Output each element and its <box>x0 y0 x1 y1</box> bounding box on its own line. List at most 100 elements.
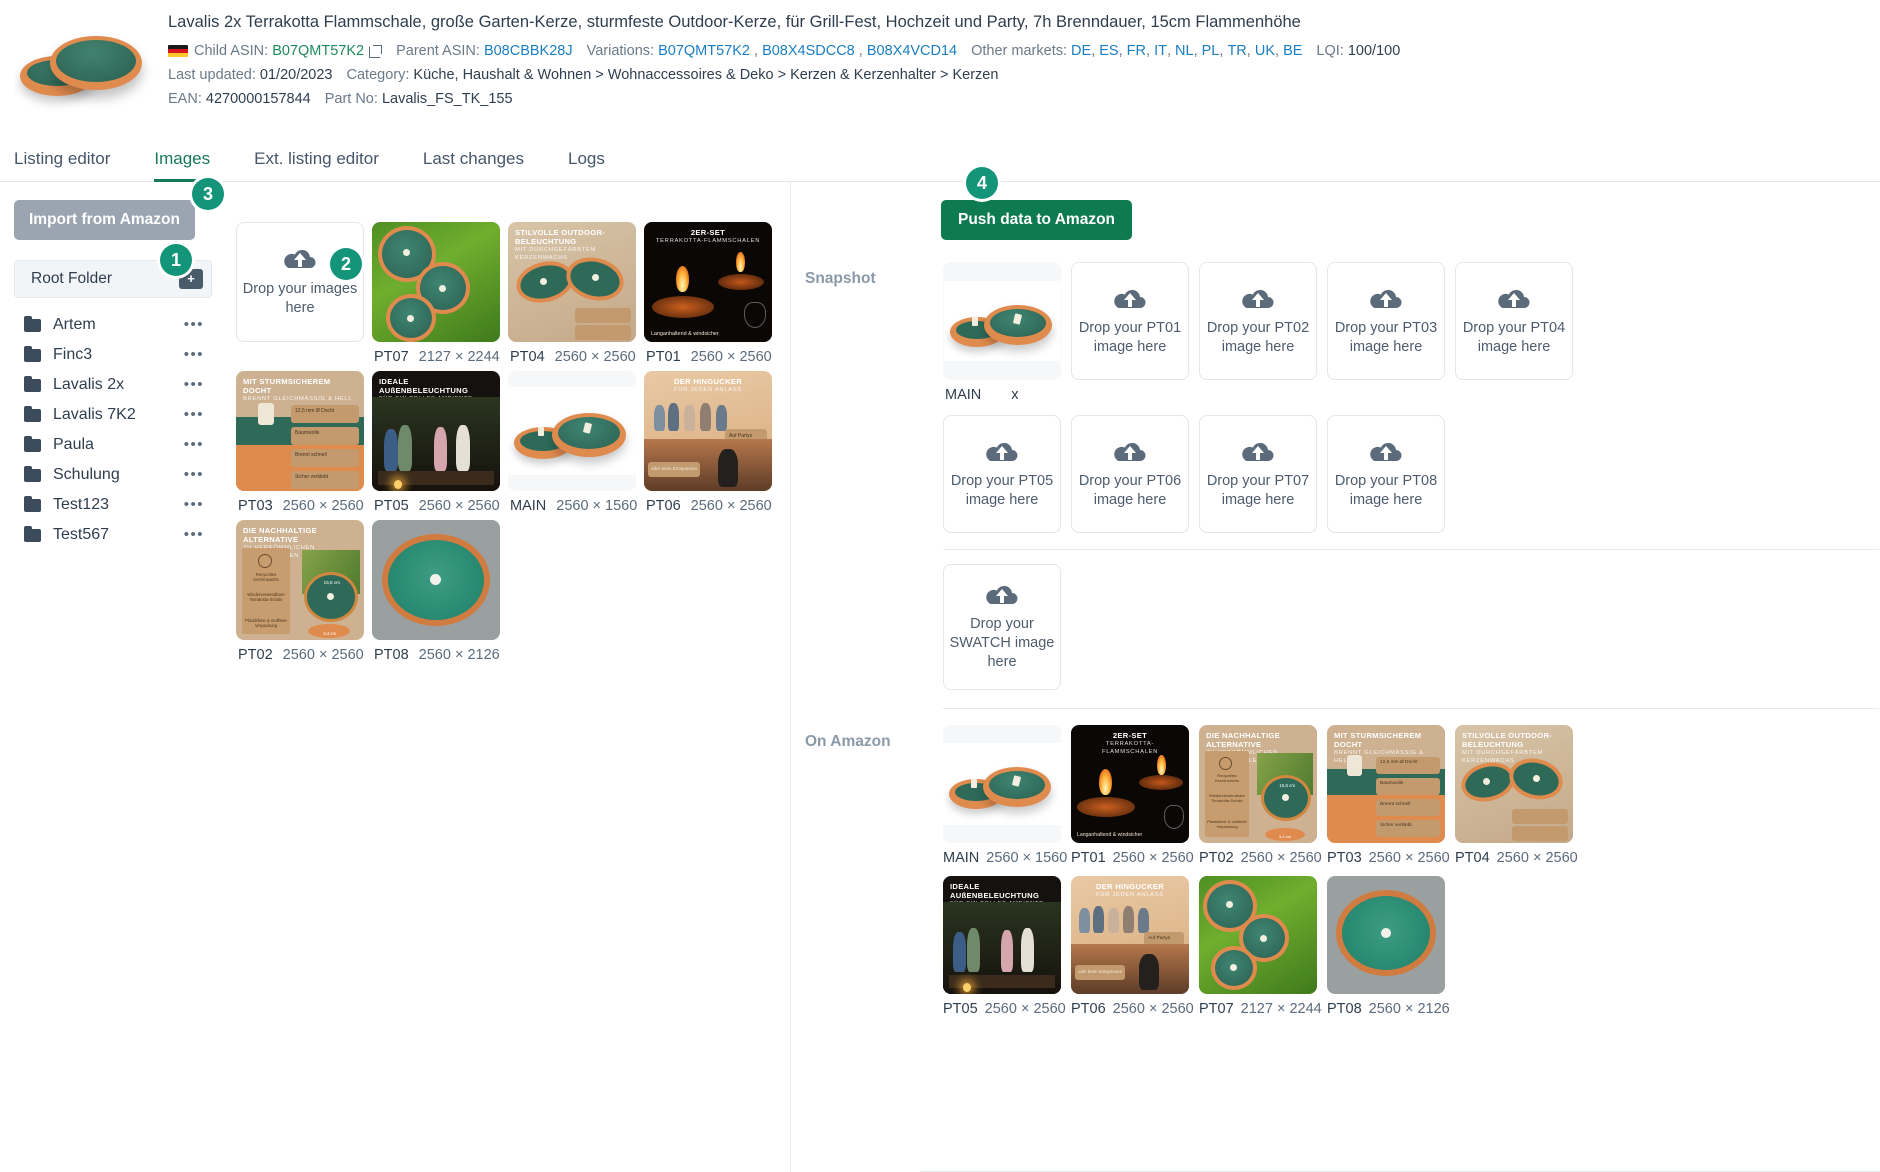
folder-item-artem[interactable]: Artem ••• <box>14 310 212 340</box>
gallery-thumb[interactable]: STILVOLLE OUTDOOR-BELEUCHTUNG MIT DURCHGE… <box>508 222 636 342</box>
on-amazon-thumb[interactable] <box>1199 876 1317 994</box>
on-amazon-thumb[interactable]: DER HINGUCKER FÜR JEDEN ANLASS Auf Partys… <box>1071 876 1189 994</box>
art-headline: DIE NACHHALTIGE ALTERNATIVE <box>1206 731 1280 749</box>
folder-item-paula[interactable]: Paula ••• <box>14 430 212 460</box>
folder-menu-icon[interactable]: ••• <box>184 317 204 332</box>
folder-item-test567[interactable]: Test567 ••• <box>14 520 212 550</box>
on-amazon-thumb[interactable]: DIE NACHHALTIGE ALTERNATIVEZU HERKÖMMLIC… <box>1199 725 1317 843</box>
market-link-UK[interactable]: UK <box>1255 40 1275 62</box>
folder-label: Lavalis 2x <box>53 376 125 393</box>
folder-item-test123[interactable]: Test123 ••• <box>14 490 212 520</box>
variation-link-0[interactable]: B07QMT57K2 <box>658 40 750 62</box>
market-link-NL[interactable]: NL <box>1175 40 1194 62</box>
snapshot-slot-swatch[interactable]: Drop your SWATCH image here <box>943 564 1061 690</box>
snapshot-slot-pt03[interactable]: Drop your PT03 image here <box>1327 262 1445 380</box>
folder-item-schulung[interactable]: Schulung ••• <box>14 460 212 490</box>
tab-logs[interactable]: Logs <box>546 139 627 181</box>
gallery-item-name: PT04 <box>510 349 545 365</box>
art-bullet: Baumwolle <box>295 430 320 436</box>
gallery-thumb[interactable]: IDEALE AUßENBELEUCHTUNGFÜR EIN TOLLES AM… <box>372 371 500 491</box>
on-amazon-thumb[interactable]: 2ER-SET TERRAKOTTA-FLAMMSCHALEN Langanhal… <box>1071 725 1189 843</box>
market-link-FR[interactable]: FR <box>1127 40 1146 62</box>
tour-badge-2[interactable]: 2 <box>330 248 362 280</box>
folder-label: Test123 <box>53 496 110 513</box>
folder-item-finc3[interactable]: Finc3 ••• <box>14 340 212 370</box>
art-bullet: 12,5 mm Ø Docht <box>1380 760 1418 765</box>
folder-menu-icon[interactable]: ••• <box>184 377 204 392</box>
on-amazon-item-main: MAIN 2560 × 1560 <box>943 725 1067 866</box>
on-amazon-thumb[interactable]: MIT STURMSICHEREM DOCHT BRENNT GLEICHMÄSS… <box>1327 725 1445 843</box>
snapshot-label: Snapshot <box>805 270 876 287</box>
gallery-item-dimensions: 2560 × 2126 <box>418 647 500 663</box>
market-link-DE[interactable]: DE <box>1071 40 1091 62</box>
variation-link-2[interactable]: B08X4VCD14 <box>867 40 957 62</box>
upload-cloud-icon <box>1370 289 1402 308</box>
snapshot-main-remove[interactable]: x <box>1011 387 1018 403</box>
market-link-BE[interactable]: BE <box>1283 40 1302 62</box>
snapshot-slot-pt05[interactable]: Drop your PT05 image here <box>943 415 1061 533</box>
gallery-caption: PT06 2560 × 2560 <box>644 491 772 514</box>
folder-label: Finc3 <box>53 346 93 363</box>
tour-badge-4[interactable]: 4 <box>966 167 998 199</box>
tab-listing-editor[interactable]: Listing editor <box>14 139 132 181</box>
folder-menu-icon[interactable]: ••• <box>184 347 204 362</box>
external-link-icon[interactable] <box>369 44 383 58</box>
gallery-thumb[interactable]: DIE NACHHALTIGE ALTERNATIVEZU HERKÖMMLIC… <box>236 520 364 640</box>
import-from-amazon-button[interactable]: Import from Amazon <box>14 200 195 240</box>
market-link-PL[interactable]: PL <box>1202 40 1220 62</box>
tab-images[interactable]: Images <box>132 139 232 182</box>
folder-item-lavalis-2x[interactable]: Lavalis 2x ••• <box>14 370 212 400</box>
art-subline: TERRAKOTTA-FLAMMSCHALEN <box>655 238 761 244</box>
art-headline: STILVOLLE OUTDOOR-BELEUCHTUNG <box>515 228 606 246</box>
gallery-thumb[interactable] <box>508 371 636 491</box>
snapshot-slot-pt08[interactable]: Drop your PT08 image here <box>1327 415 1445 533</box>
art-headline: DER HINGUCKER <box>673 377 743 386</box>
child-asin-link[interactable]: B07QMT57K2 <box>272 40 364 62</box>
parent-asin-link[interactable]: B08CBBK28J <box>484 40 573 62</box>
gallery-thumb[interactable]: 2ER-SET TERRAKOTTA-FLAMMSCHALEN Langanhal… <box>644 222 772 342</box>
gallery-dropzone[interactable]: Drop your images here <box>236 222 364 342</box>
gallery-thumb[interactable]: MIT STURMSICHEREM DOCHT BRENNT GLEICHMÄSS… <box>236 371 364 491</box>
on-amazon-item-name: PT02 <box>1199 850 1234 866</box>
tour-badge-3[interactable]: 3 <box>192 178 224 210</box>
market-link-IT[interactable]: IT <box>1154 40 1167 62</box>
gallery-thumb[interactable]: DER HINGUCKER FÜR JEDEN ANLASS Auf Partys… <box>644 371 772 491</box>
folder-icon <box>24 315 41 332</box>
on-amazon-thumb[interactable]: STILVOLLE OUTDOOR-BELEUCHTUNG MIT DURCHGE… <box>1455 725 1573 843</box>
on-amazon-item-dimensions: 2560 × 2560 <box>1112 1001 1194 1017</box>
folder-menu-icon[interactable]: ••• <box>184 527 204 542</box>
gallery-item-pt08: PT08 2560 × 2126 <box>372 520 500 663</box>
snapshot-slot-pt06[interactable]: Drop your PT06 image here <box>1071 415 1189 533</box>
main-tabs: Listing editor Images Ext. listing edito… <box>0 139 1880 182</box>
variation-link-1[interactable]: B08X4SDCC8 <box>762 40 855 62</box>
push-data-to-amazon-button[interactable]: Push data to Amazon <box>941 200 1133 240</box>
folder-label: Artem <box>53 316 96 333</box>
snapshot-slot-pt07[interactable]: Drop your PT07 image here <box>1199 415 1317 533</box>
market-link-ES[interactable]: ES <box>1099 40 1118 62</box>
folder-item-lavalis-7k2[interactable]: Lavalis 7K2 ••• <box>14 400 212 430</box>
snapshot-slot-pt01[interactable]: Drop your PT01 image here <box>1071 262 1189 380</box>
folder-menu-icon[interactable]: ••• <box>184 407 204 422</box>
folder-menu-icon[interactable]: ••• <box>184 437 204 452</box>
tour-badge-1[interactable]: 1 <box>160 244 192 276</box>
on-amazon-thumb[interactable] <box>1327 876 1445 994</box>
gallery-thumb[interactable] <box>372 520 500 640</box>
tab-last-changes[interactable]: Last changes <box>401 139 546 181</box>
snapshot-slot-text: Drop your PT03 image here <box>1334 319 1438 355</box>
on-amazon-thumb[interactable] <box>943 725 1061 843</box>
snapshot-slot-pt02[interactable]: Drop your PT02 image here <box>1199 262 1317 380</box>
gallery-item-dimensions: 2560 × 2560 <box>418 498 500 514</box>
snapshot-main-thumb[interactable] <box>943 262 1061 380</box>
gallery-item-name: PT08 <box>374 647 409 663</box>
folder-icon <box>24 375 41 392</box>
folder-menu-icon[interactable]: ••• <box>184 497 204 512</box>
folder-menu-icon[interactable]: ••• <box>184 467 204 482</box>
gallery-item-name: PT03 <box>238 498 273 514</box>
market-link-TR[interactable]: TR <box>1227 40 1246 62</box>
snapshot-slot-pt04[interactable]: Drop your PT04 image here <box>1455 262 1573 380</box>
tab-ext-listing-editor[interactable]: Ext. listing editor <box>232 139 401 181</box>
gallery-thumb[interactable] <box>372 222 500 342</box>
image-gallery-panel: Drop your images here PT07 2127 × 2244 S… <box>222 182 791 1172</box>
folder-label: Schulung <box>53 466 120 483</box>
on-amazon-thumb[interactable]: IDEALE AUßENBELEUCHTUNGFÜR EIN TOLLES AM… <box>943 876 1061 994</box>
